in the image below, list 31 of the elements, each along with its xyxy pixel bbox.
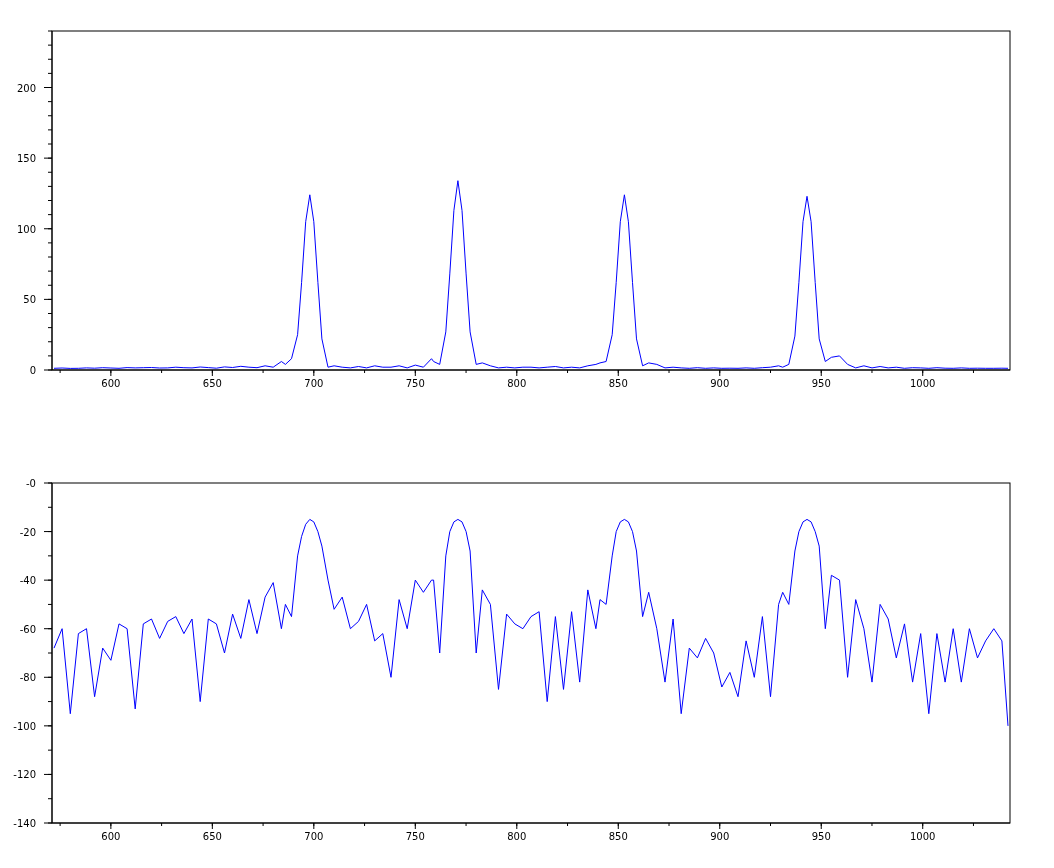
tick-label: -0: [26, 478, 36, 489]
tick-label: 600: [101, 831, 121, 842]
tick-label: 850: [608, 831, 628, 842]
tick-label: 650: [202, 831, 222, 842]
tick-label: 900: [710, 378, 730, 389]
tick-label: 700: [304, 831, 324, 842]
tick-label: 1000: [910, 831, 936, 842]
tick-label: -60: [19, 623, 36, 635]
tick-label: 800: [507, 831, 527, 842]
tick-label: 200: [16, 82, 36, 94]
tick-label: 600: [101, 378, 121, 389]
tick-label: 900: [710, 831, 730, 842]
tick-label: 750: [405, 378, 425, 389]
tick-label: 100: [16, 223, 36, 235]
tick-label: 750: [405, 831, 425, 842]
tick-label: -120: [13, 769, 36, 781]
tick-label: 1000: [910, 378, 936, 389]
tick-label: 950: [811, 378, 831, 389]
tick-label: 800: [507, 378, 527, 389]
tick-label: 150: [16, 153, 36, 165]
tick-label: -80: [19, 672, 36, 684]
tick-label: -100: [13, 720, 36, 732]
tick-label: 650: [202, 378, 222, 389]
tick-label: 700: [304, 378, 324, 389]
tick-label: -40: [19, 575, 36, 587]
tick-label: -140: [13, 818, 36, 829]
tick-label: 850: [608, 378, 628, 389]
tick-label: 0: [29, 365, 36, 376]
tick-label: 50: [23, 294, 36, 306]
tick-label: -20: [19, 526, 36, 538]
tick-label: 950: [811, 831, 831, 842]
